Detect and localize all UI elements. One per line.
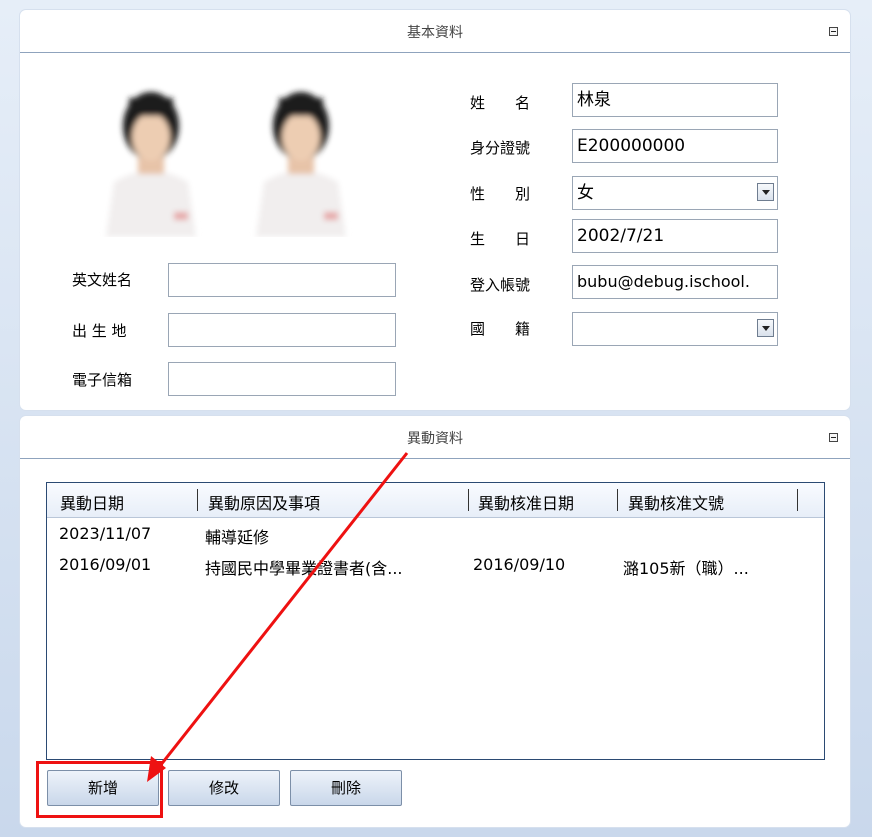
- annotation-arrow: [147, 452, 409, 782]
- annotation-arrow-line: [154, 452, 409, 772]
